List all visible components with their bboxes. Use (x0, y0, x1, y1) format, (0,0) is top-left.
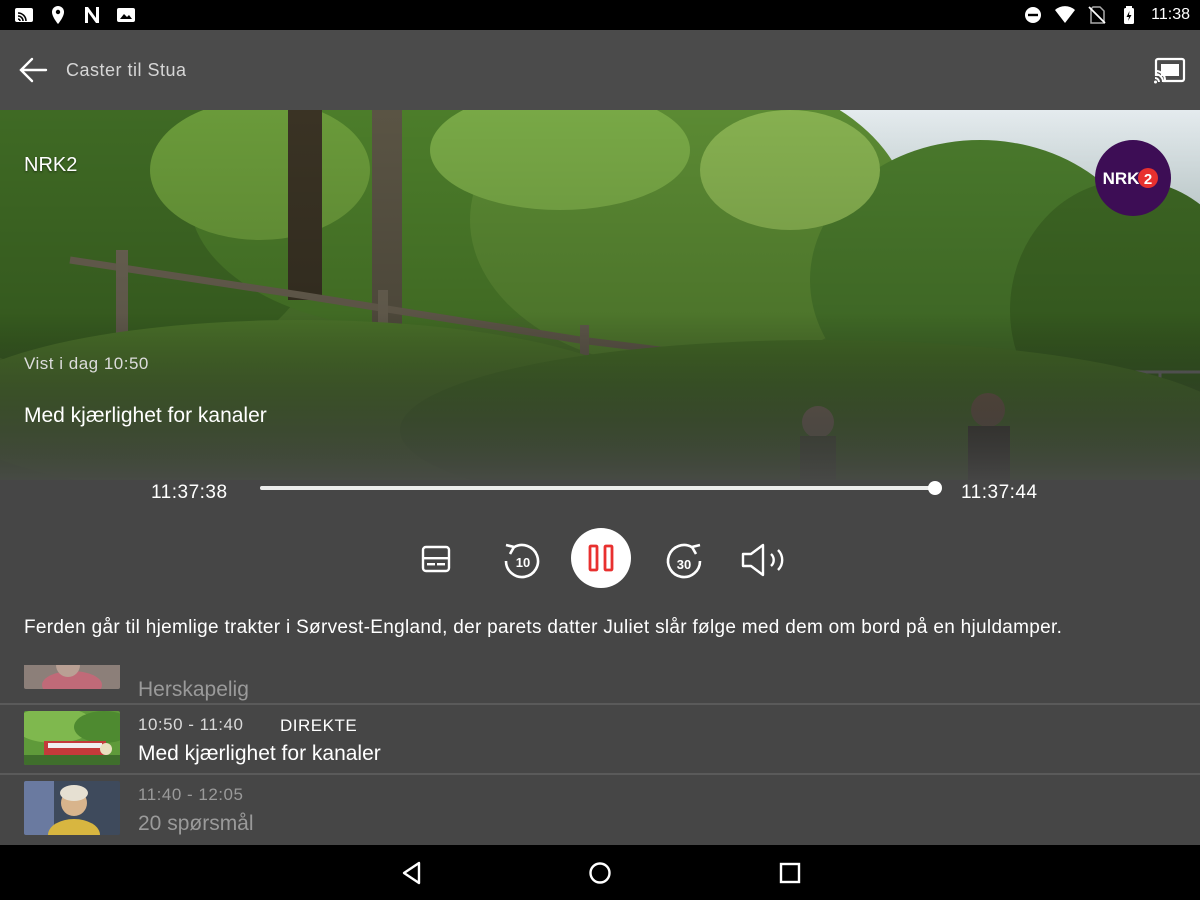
status-bar: 11:38 (0, 0, 1200, 30)
nav-home-icon[interactable] (586, 859, 614, 887)
video-player[interactable]: NRK2 NRK 2 Vist i dag 10:50 Med kjærligh… (0, 110, 1200, 480)
broadcast-time: Vist i dag 10:50 (24, 354, 149, 373)
channel-logo: NRK 2 (1095, 140, 1171, 216)
cast-connected-icon[interactable] (1152, 54, 1188, 86)
program-time: 10:50 - 11:40 (138, 715, 244, 734)
program-title: Med kjærlighet for kanaler (24, 404, 267, 427)
program-name: Herskapelig (138, 678, 249, 701)
program-description: Ferden går til hjemlige trakter i Sørves… (24, 617, 1063, 638)
wifi-icon (1055, 6, 1076, 23)
program-name: 20 spørsmål (138, 812, 254, 835)
seek-bar-thumb[interactable] (928, 481, 942, 495)
program-thumbnail (24, 781, 120, 835)
rewind-10-icon[interactable]: 10 (496, 537, 544, 585)
program-thumbnail (24, 711, 120, 765)
forward-seconds: 30 (677, 557, 691, 572)
logo-text: NRK (1103, 169, 1141, 188)
live-badge: DIREKTE (280, 716, 358, 735)
seek-bar[interactable] (260, 481, 942, 495)
seek-bar-progress (260, 486, 935, 490)
rewind-seconds: 10 (516, 555, 530, 570)
photo-icon (117, 8, 135, 22)
battery-icon (1124, 6, 1135, 24)
n-app-icon (85, 7, 99, 23)
program-time: 11:40 - 12:05 (138, 785, 244, 804)
cast-status-icon (15, 8, 33, 22)
location-icon (52, 6, 64, 24)
nav-recents-icon[interactable] (776, 859, 804, 887)
list-item[interactable]: 10:50 - 11:40 DIREKTE Med kjærlighet for… (0, 705, 1200, 775)
program-name: Med kjærlighet for kanaler (138, 742, 381, 765)
list-item[interactable]: Herskapelig (0, 665, 1200, 701)
subtitles-icon[interactable] (420, 543, 452, 575)
volume-icon[interactable] (740, 540, 790, 580)
app-bar: Caster til Stua (0, 30, 1200, 110)
playback-controls: 10 30 (0, 528, 1200, 590)
program-thumbnail (24, 665, 120, 689)
list-item[interactable]: 11:40 - 12:05 20 spørsmål (0, 775, 1200, 845)
cast-title: Caster til Stua (66, 60, 187, 80)
live-time: 11:37:44 (961, 482, 1038, 503)
no-sim-icon (1088, 6, 1106, 24)
forward-30-icon[interactable]: 30 (662, 537, 710, 585)
logo-number: 2 (1144, 171, 1152, 188)
elapsed-time: 11:37:38 (151, 482, 228, 503)
pause-button[interactable] (571, 528, 631, 588)
schedule-list: Herskapelig 10:50 - 11:40 DIREKTE Med kj… (0, 665, 1200, 845)
channel-name: NRK2 (24, 154, 78, 176)
navigation-bar (0, 845, 1200, 900)
status-time: 11:38 (1151, 6, 1190, 23)
nav-back-icon[interactable] (398, 859, 426, 887)
pause-icon (588, 544, 614, 572)
do-not-disturb-icon (1025, 7, 1042, 23)
back-arrow-icon[interactable] (14, 52, 54, 88)
